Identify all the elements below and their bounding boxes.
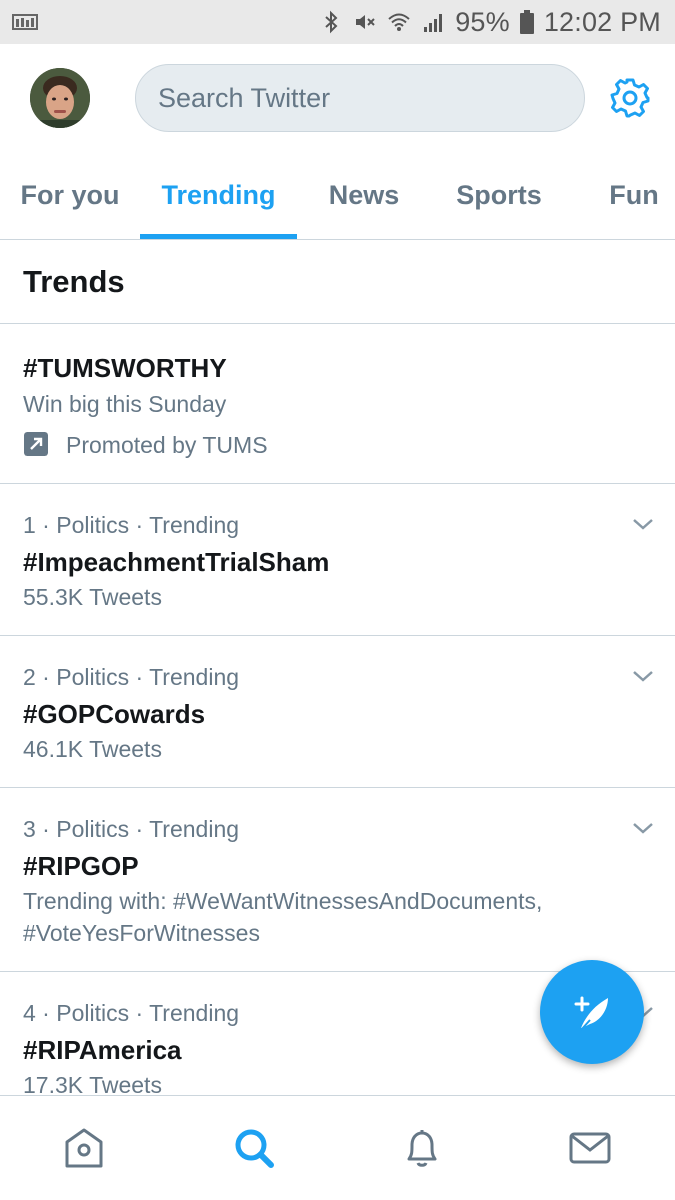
trend-meta: 3 · Politics · Trending — [23, 816, 240, 842]
trend-name: #GOPCowards — [23, 699, 206, 729]
trend-name: #TUMSWORTHY — [23, 353, 227, 383]
avatar[interactable] — [30, 68, 90, 128]
trend-item[interactable]: 3 · Politics · Trending #RIPGOP Trending… — [0, 788, 675, 972]
promoted-trend[interactable]: #TUMSWORTHY Win big this Sunday Promoted… — [0, 324, 675, 484]
trends-title: Trends — [23, 264, 125, 299]
signal-icon — [424, 14, 443, 32]
gear-icon[interactable] — [608, 76, 652, 120]
trend-meta: 2 · Politics · Trending — [23, 664, 240, 690]
trend-related-line-1: Trending with: #WeWantWitnessesAndDocume… — [23, 888, 543, 914]
active-tab-indicator — [140, 234, 297, 239]
trend-item[interactable]: 1 · Politics · Trending #ImpeachmentTria… — [0, 484, 675, 636]
mute-icon — [356, 15, 375, 29]
trend-name: #RIPGOP — [23, 851, 139, 881]
wifi-icon — [388, 13, 410, 31]
trend-item[interactable]: 2 · Politics · Trending #GOPCowards 46.1… — [0, 636, 675, 788]
status-bar: 95% 12:02 PM — [0, 0, 675, 44]
trend-tweet-count: 46.1K Tweets — [23, 736, 162, 762]
bottom-navigation — [0, 1095, 675, 1200]
bluetooth-icon — [325, 10, 338, 34]
trend-meta: 4 · Politics · Trending — [23, 1000, 240, 1026]
avatar-photo — [30, 68, 90, 128]
explore-tabs: For you Trending News Sports Fun — [0, 150, 675, 240]
trend-name: #RIPAmerica — [23, 1035, 182, 1065]
trend-related-line-2: #VoteYesForWitnesses — [23, 920, 260, 946]
battery-icon — [519, 10, 534, 34]
home-icon[interactable] — [62, 1126, 106, 1170]
trend-meta: 1 · Politics · Trending — [23, 512, 240, 538]
trend-description: Win big this Sunday — [23, 391, 227, 417]
trend-name: #ImpeachmentTrialSham — [23, 547, 330, 577]
search-input[interactable]: Search Twitter — [135, 64, 585, 132]
tab-news[interactable]: News — [314, 150, 414, 240]
header: Search Twitter — [0, 44, 675, 150]
search-icon[interactable] — [232, 1126, 276, 1170]
chevron-down-icon[interactable] — [631, 668, 655, 684]
compose-tweet-button[interactable] — [540, 960, 644, 1064]
trends-section-header: Trends — [0, 240, 675, 324]
notifications-icon[interactable] — [400, 1126, 444, 1170]
chevron-down-icon[interactable] — [631, 820, 655, 836]
search-placeholder: Search Twitter — [158, 82, 331, 113]
promoted-icon — [24, 432, 48, 456]
app-notification-icon — [12, 14, 38, 30]
tab-for-you[interactable]: For you — [14, 150, 126, 240]
battery-percent: 95% — [455, 6, 510, 37]
messages-icon[interactable] — [568, 1126, 612, 1170]
chevron-down-icon[interactable] — [631, 516, 655, 532]
tab-sports[interactable]: Sports — [440, 150, 558, 240]
compose-tweet-icon — [574, 996, 608, 1031]
trend-tweet-count: 55.3K Tweets — [23, 584, 162, 610]
tab-trending[interactable]: Trending — [140, 150, 297, 240]
tab-fun[interactable]: Fun — [598, 150, 670, 240]
promoted-by-label: Promoted by TUMS — [66, 432, 268, 458]
clock: 12:02 PM — [543, 6, 661, 37]
